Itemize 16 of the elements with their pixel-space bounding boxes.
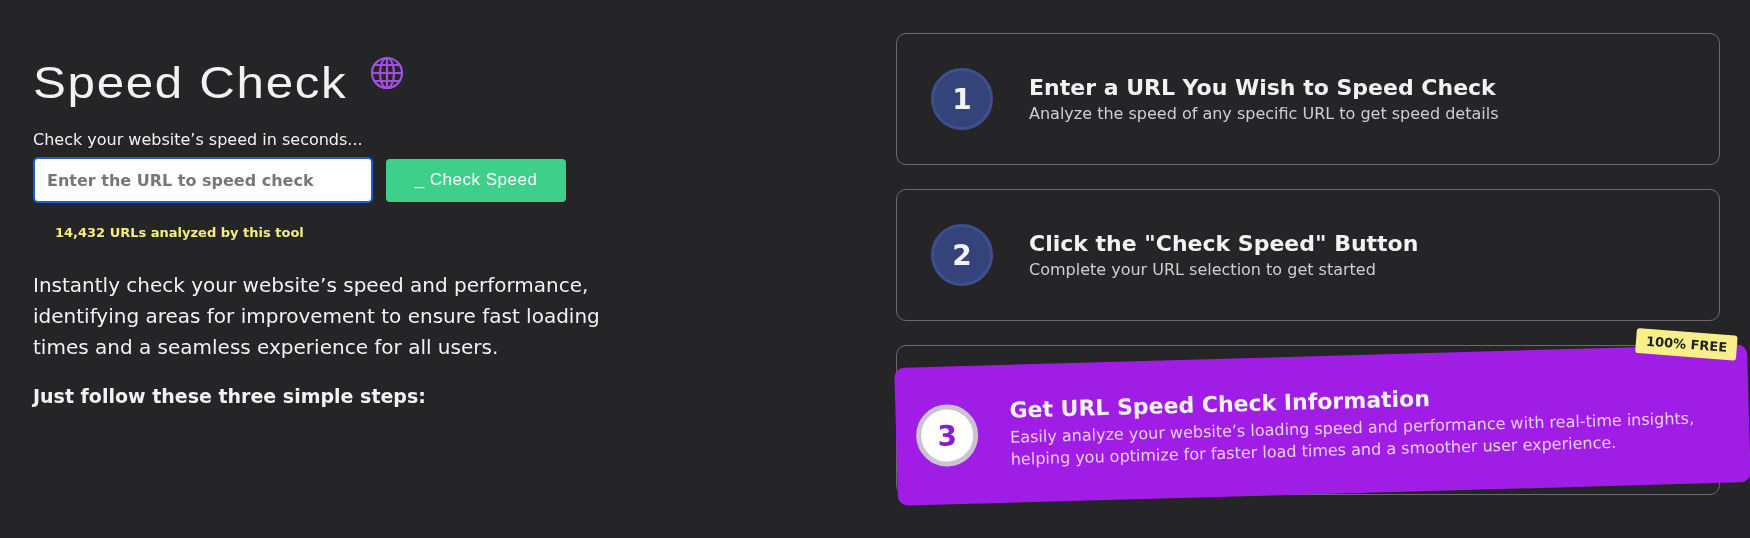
step-number: 3 [915, 403, 979, 468]
check-speed-button[interactable]: _ Check Speed [386, 158, 566, 202]
step-number: 1 [931, 68, 993, 130]
globe-icon [369, 56, 404, 90]
step-text: Analyze the speed of any specific URL to get speed details [1029, 104, 1499, 123]
step-text: Complete your URL selection to get started [1029, 260, 1377, 279]
url-input-field[interactable]: Enter the URL to speed check [33, 157, 373, 203]
url-counter: 14,432 URLs analyzed by this tool [55, 225, 305, 240]
step-number: 2 [931, 224, 993, 286]
step-title: Click the "Check Speed" Button [1029, 231, 1419, 256]
steps-heading: Just follow these three simple steps: [33, 385, 427, 407]
description: Instantly check your website’s speed and performance, identifying areas for improvement to ensure fast loading times and a seamless experience for all users. [33, 272, 601, 361]
page-title: Speed Check [33, 58, 348, 108]
subtitle: Check your website’s speed in seconds... [33, 130, 364, 149]
free-badge: 100% FREE [1634, 327, 1738, 361]
step-title: Enter a URL You Wish to Speed Check [1029, 75, 1497, 100]
